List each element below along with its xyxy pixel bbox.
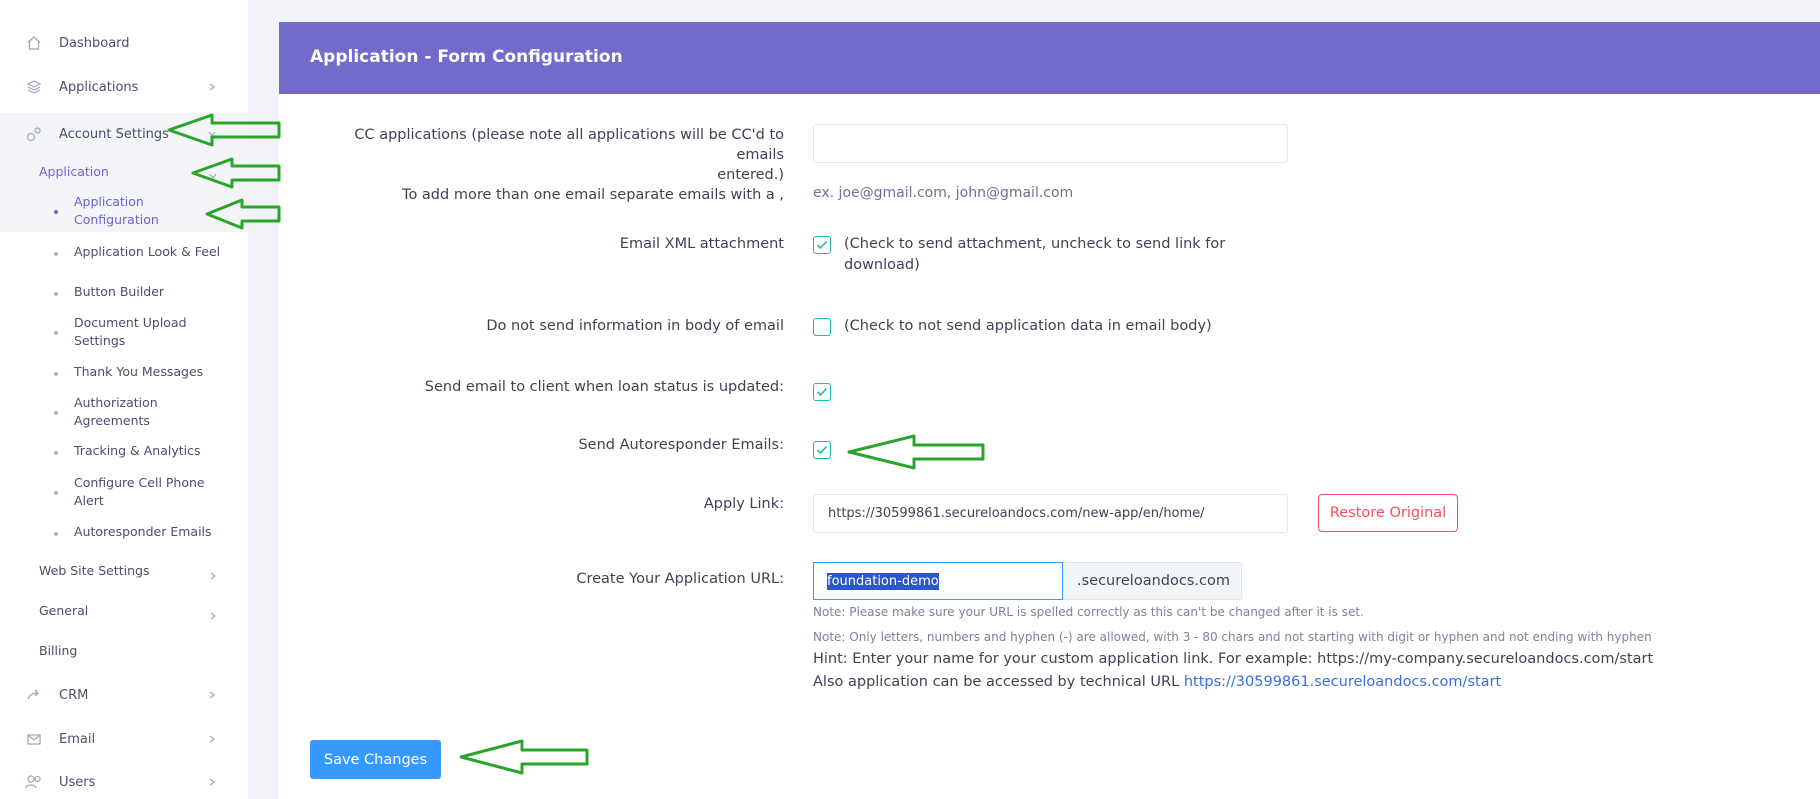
checkmark-icon: [816, 387, 828, 397]
sidebar-subsub-document-upload[interactable]: Document Upload Settings: [0, 314, 248, 352]
application-url-input[interactable]: foundation-demo: [813, 562, 1063, 600]
sidebar-item-label: Dashboard: [59, 35, 130, 51]
sidebar-subitem-label: Billing: [39, 643, 78, 658]
xml-attachment-text: (Check to send attachment, uncheck to se…: [844, 234, 1225, 276]
sidebar-item-label: CRM: [59, 687, 89, 703]
sidebar-item-label: Applications: [59, 79, 139, 95]
sidebar-subitem-general[interactable]: General: [0, 603, 248, 623]
sidebar-subsub-thank-you[interactable]: Thank You Messages: [0, 363, 248, 383]
bullet-icon: [54, 411, 58, 415]
home-icon: [25, 34, 43, 52]
sidebar-subsub-autoresponder[interactable]: Autoresponder Emails: [0, 523, 248, 543]
sidebar-subsub-label: Button Builder: [74, 284, 165, 299]
page-title: Application - Form Configuration: [310, 47, 623, 67]
annotation-arrow-icon: [459, 739, 589, 775]
url-note-spelling: Note: Please make sure your URL is spell…: [813, 605, 1364, 619]
sidebar-subitem-label: Application: [39, 164, 109, 179]
bullet-icon: [54, 210, 58, 214]
xml-attachment-label: Email XML attachment: [619, 236, 784, 252]
chevron-right-icon: [209, 608, 217, 623]
chevron-right-icon: [207, 777, 217, 787]
bullet-icon: [54, 451, 58, 455]
no-body-checkbox[interactable]: [813, 318, 831, 336]
restore-original-button[interactable]: Restore Original: [1318, 494, 1458, 532]
apply-link-label: Apply Link:: [703, 496, 784, 512]
sidebar-subsub-label: Document Upload Settings: [74, 315, 187, 348]
share-icon: [25, 686, 43, 704]
application-url-suffix: .secureloandocs.com: [1063, 562, 1242, 600]
cc-label-line: entered.): [717, 167, 784, 183]
sidebar-subitem-label: Web Site Settings: [39, 563, 150, 578]
autoresponder-checkbox[interactable]: [813, 441, 831, 459]
sidebar-item-email[interactable]: Email: [0, 728, 248, 750]
sidebar-subsub-cell-phone-alert[interactable]: Configure Cell Phone Alert: [0, 474, 248, 512]
bullet-icon: [54, 292, 58, 296]
bullet-icon: [54, 252, 58, 256]
technical-url-link[interactable]: https://30599861.secureloandocs.com/star…: [1184, 674, 1501, 690]
mail-icon: [25, 730, 43, 748]
chevron-right-icon: [207, 690, 217, 700]
form-configuration-card: Application - Form Configuration CC appl…: [279, 22, 1820, 799]
sidebar-subsub-label: Application Configuration: [74, 194, 159, 227]
sidebar-item-users[interactable]: Users: [0, 771, 248, 793]
cc-emails-hint: ex. joe@gmail.com, john@gmail.com: [813, 185, 1074, 201]
sidebar-subitem-billing[interactable]: Billing: [0, 643, 248, 663]
autoresponder-label: Send Autoresponder Emails:: [578, 437, 784, 453]
apply-link-input[interactable]: https://30599861.secureloandocs.com/new-…: [813, 494, 1288, 533]
sidebar-subitem-website-settings[interactable]: Web Site Settings: [0, 563, 248, 583]
sidebar-subsub-label: Authorization Agreements: [74, 395, 158, 428]
sidebar-item-label: Users: [59, 774, 96, 790]
cc-label-line: CC applications (please note all applica…: [354, 127, 784, 163]
sidebar-item-crm[interactable]: CRM: [0, 684, 248, 706]
checkmark-icon: [816, 240, 828, 250]
annotation-arrow-icon: [191, 157, 281, 189]
sidebar-item-label: Email: [59, 731, 96, 747]
sidebar-item-applications[interactable]: Applications: [0, 76, 248, 98]
chevron-right-icon: [207, 82, 217, 92]
gears-icon: [25, 125, 43, 143]
application-url-label: Create Your Application URL:: [576, 571, 784, 587]
bullet-icon: [54, 372, 58, 376]
checkmark-icon: [816, 445, 828, 455]
cc-emails-input[interactable]: [813, 124, 1288, 163]
bullet-icon: [54, 491, 58, 495]
no-body-label: Do not send information in body of email: [486, 318, 784, 334]
chevron-right-icon: [209, 568, 217, 583]
sidebar-subsub-button-builder[interactable]: Button Builder: [0, 283, 248, 303]
sidebar-subsub-tracking[interactable]: Tracking & Analytics: [0, 442, 248, 462]
annotation-arrow-icon: [167, 113, 281, 147]
xml-text-line: download): [844, 257, 920, 273]
sidebar-subsub-look-feel[interactable]: Application Look & Feel: [0, 243, 248, 263]
cc-label-line: To add more than one email separate emai…: [402, 187, 784, 203]
bullet-icon: [54, 331, 58, 335]
url-technical-hint: Also application can be accessed by tech…: [813, 672, 1501, 693]
cc-applications-label: CC applications (please note all applica…: [304, 125, 784, 205]
url-note-chars: Note: Only letters, numbers and hyphen (…: [813, 630, 1652, 644]
sidebar-subsub-authorization[interactable]: Authorization Agreements: [0, 394, 248, 432]
application-url-value: foundation-demo: [827, 572, 939, 590]
sidebar-subsub-label: Tracking & Analytics: [74, 443, 201, 458]
xml-attachment-checkbox[interactable]: [813, 236, 831, 254]
status-email-label: Send email to client when loan status is…: [424, 379, 784, 395]
sidebar-subsub-label: Configure Cell Phone Alert: [74, 475, 205, 508]
card-header: Application - Form Configuration: [279, 22, 1820, 94]
sidebar-item-dashboard[interactable]: Dashboard: [0, 32, 248, 54]
no-body-text: (Check to not send application data in e…: [844, 318, 1212, 334]
sidebar-subsub-label: Autoresponder Emails: [74, 524, 212, 539]
save-changes-button[interactable]: Save Changes: [310, 740, 441, 779]
sidebar-subitem-label: General: [39, 603, 89, 618]
users-icon: [25, 773, 43, 791]
layers-icon: [25, 78, 43, 96]
annotation-arrow-icon: [847, 434, 985, 470]
sidebar-subsub-label: Application Look & Feel: [74, 244, 221, 259]
technical-url-text: Also application can be accessed by tech…: [813, 674, 1180, 690]
bullet-icon: [54, 532, 58, 536]
sidebar-item-label: Account Settings: [59, 126, 169, 142]
xml-text-line: (Check to send attachment, uncheck to se…: [844, 236, 1226, 252]
status-email-checkbox[interactable]: [813, 383, 831, 401]
annotation-arrow-icon: [205, 198, 281, 230]
chevron-right-icon: [207, 734, 217, 744]
sidebar-subsub-label: Thank You Messages: [74, 364, 204, 379]
url-hint: Hint: Enter your name for your custom ap…: [813, 651, 1654, 667]
